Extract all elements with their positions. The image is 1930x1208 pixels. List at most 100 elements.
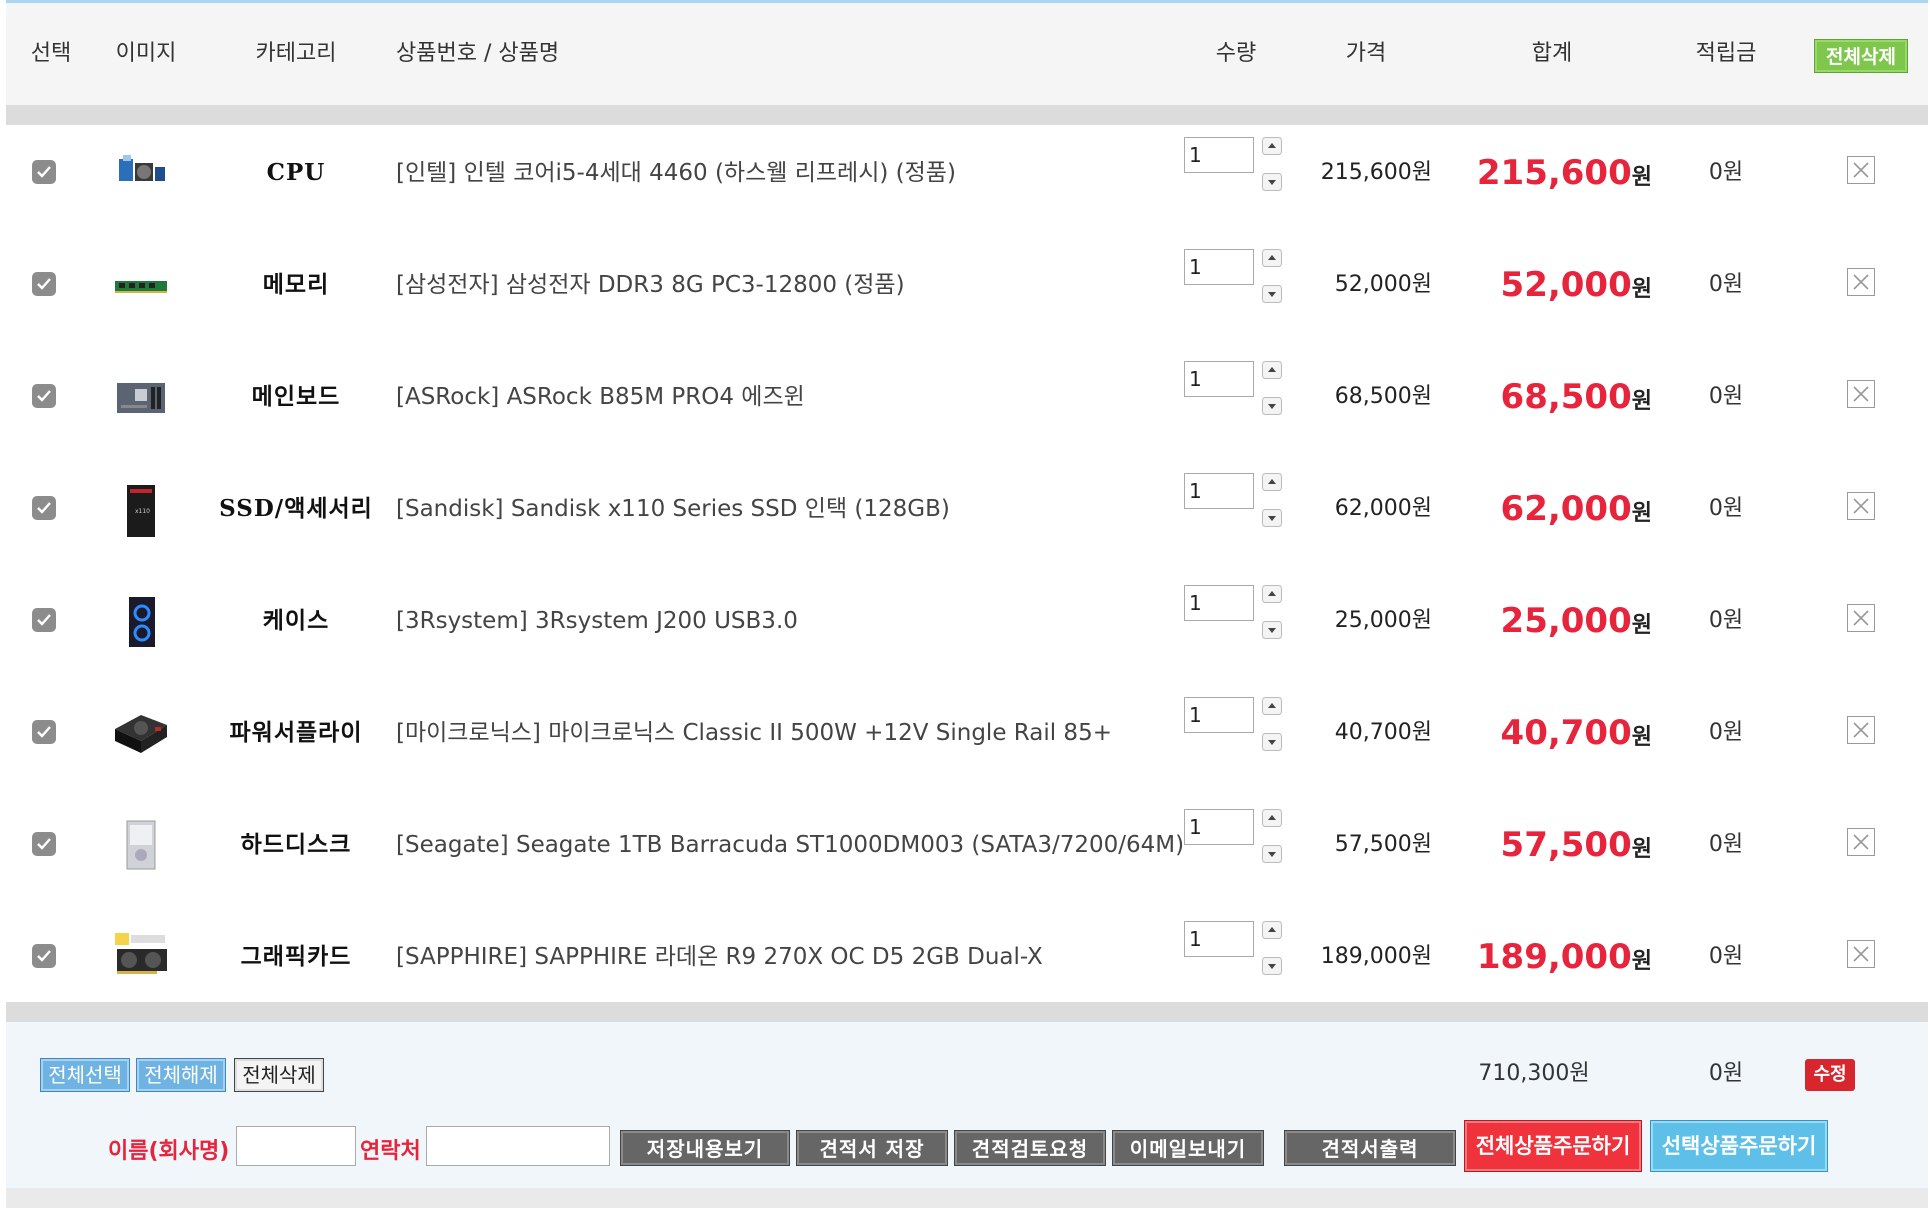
row-qty-input[interactable]: 1 (1184, 361, 1254, 397)
qty-up-icon[interactable] (1262, 697, 1282, 715)
row-product-name[interactable]: [삼성전자] 삼성전자 DDR3 8G PC3-12800 (정품) (396, 237, 905, 333)
row-product-name[interactable]: [SAPPHIRE] SAPPHIRE 라데온 R9 270X OC D5 2G… (396, 909, 1043, 1005)
save-estimate-button[interactable]: 견적서 저장 (796, 1130, 948, 1166)
row-category: 케이스 (262, 607, 330, 634)
row-delete-button[interactable] (1847, 604, 1875, 632)
row-price: 40,700원 (1334, 720, 1432, 745)
qty-down-icon[interactable] (1262, 733, 1282, 751)
row-delete-button[interactable] (1847, 940, 1875, 968)
qty-up-icon[interactable] (1262, 473, 1282, 491)
row-checkbox[interactable] (32, 832, 56, 856)
footer-divider (6, 1002, 1928, 1022)
row-total-won: 원 (1631, 501, 1652, 526)
table-row: x110 SSD/액세서리 [Sandisk] Sandisk x110 Ser… (6, 461, 1928, 573)
qty-up-icon[interactable] (1262, 921, 1282, 939)
row-delete-button[interactable] (1847, 380, 1875, 408)
row-checkbox[interactable] (32, 160, 56, 184)
row-total-value: 40,700 (1500, 713, 1632, 753)
print-estimate-button[interactable]: 견적서출력 (1284, 1130, 1456, 1166)
row-delete-button[interactable] (1847, 828, 1875, 856)
row-checkbox[interactable] (32, 384, 56, 408)
row-checkbox[interactable] (32, 944, 56, 968)
checkmark-icon (37, 278, 51, 290)
select-all-button[interactable]: 전체선택 (40, 1058, 130, 1092)
checkmark-icon (37, 838, 51, 850)
row-delete-button[interactable] (1847, 156, 1875, 184)
order-selected-button[interactable]: 선택상품주문하기 (1650, 1120, 1828, 1172)
row-qty-input[interactable]: 1 (1184, 697, 1254, 733)
row-product-name[interactable]: [3Rsystem] 3Rsystem J200 USB3.0 (396, 573, 798, 669)
row-price: 215,600원 (1320, 160, 1432, 185)
qty-down-icon[interactable] (1262, 509, 1282, 527)
row-total-won: 원 (1631, 837, 1652, 862)
row-delete-button[interactable] (1847, 492, 1875, 520)
row-delete-button[interactable] (1847, 716, 1875, 744)
row-product-name[interactable]: [마이크로닉스] 마이크로닉스 Classic II 500W +12V Sin… (396, 685, 1112, 781)
row-qty-input[interactable]: 1 (1184, 473, 1254, 509)
row-total: 215,600원 (1446, 125, 1652, 221)
table-row: 메인보드 [ASRock] ASRock B85M PRO4 에즈윈 1 68,… (6, 349, 1928, 461)
qty-down-icon[interactable] (1262, 173, 1282, 191)
row-checkbox[interactable] (32, 720, 56, 744)
row-product-name[interactable]: [Sandisk] Sandisk x110 Series SSD 인택 (12… (396, 461, 950, 557)
cart-container: 선택 이미지 카테고리 상품번호 / 상품명 수량 가격 합계 적립금 전체삭제… (6, 0, 1928, 1208)
row-delete-button[interactable] (1847, 268, 1875, 296)
deselect-all-button[interactable]: 전체해제 (136, 1058, 226, 1092)
row-qty-input[interactable]: 1 (1184, 249, 1254, 285)
header-select: 선택 (30, 41, 72, 66)
header-divider (6, 105, 1928, 125)
row-total-value: 57,500 (1500, 825, 1632, 865)
row-total: 68,500원 (1446, 349, 1652, 445)
row-product-name[interactable]: [인텔] 인텔 코어i5-4세대 4460 (하스웰 리프레시) (정품) (396, 125, 956, 221)
row-product-name[interactable]: [Seagate] Seagate 1TB Barracuda ST1000DM… (396, 797, 1184, 893)
sum-points: 0원 (1708, 1061, 1744, 1086)
hdd-thumb (111, 817, 171, 873)
edit-button[interactable]: 수정 (1805, 1059, 1855, 1091)
name-label: 이름(회사명) (108, 1139, 230, 1164)
row-points: 0원 (1708, 160, 1744, 185)
request-review-button[interactable]: 견적검토요청 (954, 1130, 1106, 1166)
qty-up-icon[interactable] (1262, 361, 1282, 379)
header-image: 이미지 (115, 41, 177, 66)
qty-down-icon[interactable] (1262, 621, 1282, 639)
qty-down-icon[interactable] (1262, 285, 1282, 303)
row-points: 0원 (1708, 272, 1744, 297)
qty-down-icon[interactable] (1262, 845, 1282, 863)
qty-up-icon[interactable] (1262, 585, 1282, 603)
row-category: 하드디스크 (240, 831, 352, 858)
row-checkbox[interactable] (32, 272, 56, 296)
delete-all-button[interactable]: 전체삭제 (234, 1058, 324, 1092)
checkmark-icon (37, 390, 51, 402)
row-product-name[interactable]: [ASRock] ASRock B85M PRO4 에즈윈 (396, 349, 805, 445)
row-qty-input[interactable]: 1 (1184, 921, 1254, 957)
row-points: 0원 (1708, 496, 1744, 521)
view-saved-button[interactable]: 저장내용보기 (620, 1130, 790, 1166)
name-input[interactable] (236, 1126, 356, 1166)
contact-input[interactable] (426, 1126, 610, 1166)
row-qty-input[interactable]: 1 (1184, 585, 1254, 621)
psu-thumb (111, 705, 171, 761)
contact-label: 연락처 (360, 1139, 421, 1164)
header-product: 상품번호 / 상품명 (396, 41, 560, 66)
svg-text:x110: x110 (135, 508, 150, 515)
qty-up-icon[interactable] (1262, 137, 1282, 155)
row-qty-input[interactable]: 1 (1184, 809, 1254, 845)
row-total-value: 52,000 (1500, 265, 1632, 305)
qty-down-icon[interactable] (1262, 397, 1282, 415)
row-category: CPU (266, 159, 326, 186)
row-total: 62,000원 (1446, 461, 1652, 557)
row-qty-input[interactable]: 1 (1184, 137, 1254, 173)
order-all-button[interactable]: 전체상품주문하기 (1464, 1120, 1642, 1172)
qty-up-icon[interactable] (1262, 249, 1282, 267)
delete-all-header-button[interactable]: 전체삭제 (1814, 39, 1908, 73)
send-email-button[interactable]: 이메일보내기 (1112, 1130, 1264, 1166)
close-icon (1853, 722, 1869, 738)
row-checkbox[interactable] (32, 608, 56, 632)
row-category: 파워서플라이 (229, 719, 363, 746)
checkmark-icon (37, 166, 51, 178)
qty-down-icon[interactable] (1262, 957, 1282, 975)
bottom-band (6, 1188, 1928, 1208)
row-total-won: 원 (1631, 277, 1652, 302)
row-checkbox[interactable] (32, 496, 56, 520)
qty-up-icon[interactable] (1262, 809, 1282, 827)
